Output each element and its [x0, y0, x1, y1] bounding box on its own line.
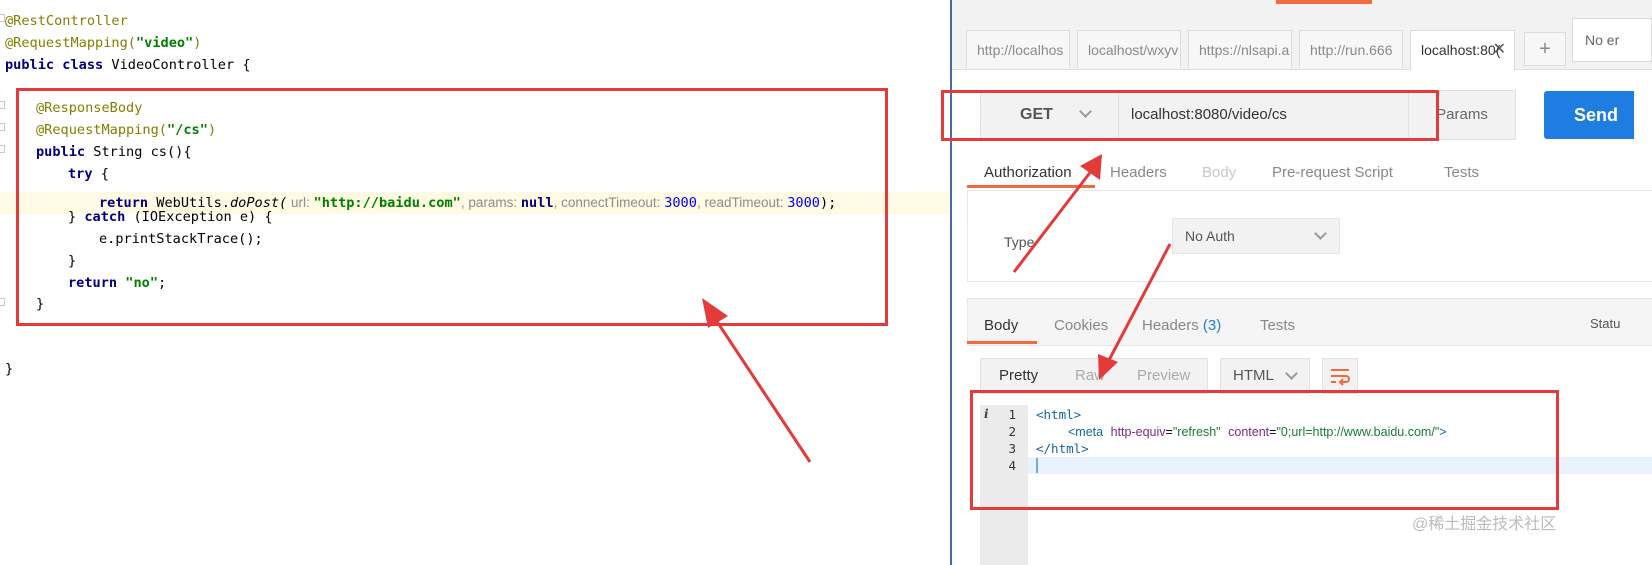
tab-underline: [967, 185, 1095, 188]
tab-underline: [967, 341, 1037, 344]
view-preview-button[interactable]: Preview: [1137, 359, 1190, 393]
response-tab-headers-label: Headers: [1142, 317, 1199, 334]
response-tab-body[interactable]: Body: [984, 314, 1018, 338]
format-select[interactable]: HTML: [1220, 358, 1310, 394]
response-tab-tests[interactable]: Tests: [1260, 314, 1295, 338]
annotation-box-url: [941, 90, 1439, 141]
annotation-box-code: [16, 88, 888, 326]
code-line-17: }: [5, 361, 14, 377]
auth-type-label: Type: [1004, 234, 1035, 250]
send-button[interactable]: Send: [1544, 91, 1634, 139]
fold-marker[interactable]: [0, 101, 5, 109]
wrap-lines-button[interactable]: [1322, 358, 1358, 394]
view-raw-button[interactable]: Raw: [1075, 359, 1105, 393]
annotation-box-response: [970, 390, 1559, 510]
keyword: public class: [5, 57, 104, 73]
code-line-1: @RestController: [5, 13, 128, 29]
auth-type-select[interactable]: No Auth: [1172, 218, 1340, 254]
class-name: VideoController {: [103, 57, 251, 73]
annotation: @RequestMapping(: [5, 35, 136, 51]
tab-authorization[interactable]: Authorization: [984, 158, 1072, 188]
request-tab-1[interactable]: http://localhos: [966, 30, 1070, 68]
code-line-3: public class VideoController {: [5, 54, 251, 76]
wrap-icon: [1331, 369, 1350, 386]
chevron-down-icon: [1314, 227, 1327, 240]
tab-body[interactable]: Body: [1202, 158, 1236, 188]
view-mode-group: Pretty Raw Preview: [980, 358, 1208, 394]
request-tab-4[interactable]: http://run.666: [1299, 30, 1403, 68]
auth-type-value: No Auth: [1185, 228, 1235, 244]
fold-marker[interactable]: [0, 145, 5, 153]
editor-gutter: [0, 0, 6, 565]
headers-count: (3): [1202, 317, 1222, 334]
request-tab-3[interactable]: https://nlsapi.a: [1188, 30, 1292, 68]
string-literal: "video": [135, 35, 194, 51]
request-tab-active[interactable]: localhost:80( ✕: [1410, 30, 1515, 70]
request-tab-2[interactable]: localhost/wxyv: [1077, 30, 1181, 68]
annotation: ): [193, 35, 202, 51]
code-line-2: @RequestMapping("video"): [5, 32, 201, 54]
tab-headers[interactable]: Headers: [1110, 158, 1167, 188]
fold-marker[interactable]: [0, 298, 5, 306]
tab-tests[interactable]: Tests: [1444, 158, 1479, 188]
request-tab-bar: http://localhos localhost/wxyv https://n…: [952, 0, 1652, 70]
status-label: Statu: [1590, 316, 1621, 331]
active-tab-indicator: [1276, 0, 1372, 4]
close-icon[interactable]: ✕: [1493, 31, 1506, 69]
fold-marker[interactable]: [0, 123, 5, 131]
request-tab-label: localhost:80(: [1421, 42, 1501, 58]
environment-selector[interactable]: No er: [1572, 18, 1652, 62]
chevron-down-icon: [1285, 367, 1298, 380]
format-value: HTML: [1233, 367, 1274, 384]
watermark: @稀土掘金技术社区: [1412, 516, 1557, 533]
response-tab-cookies[interactable]: Cookies: [1054, 314, 1108, 338]
view-pretty-button[interactable]: Pretty: [999, 359, 1038, 393]
add-tab-button[interactable]: +: [1524, 32, 1566, 66]
tab-pre-request-script[interactable]: Pre-request Script: [1272, 158, 1393, 188]
response-tab-headers[interactable]: Headers (3): [1142, 314, 1221, 338]
